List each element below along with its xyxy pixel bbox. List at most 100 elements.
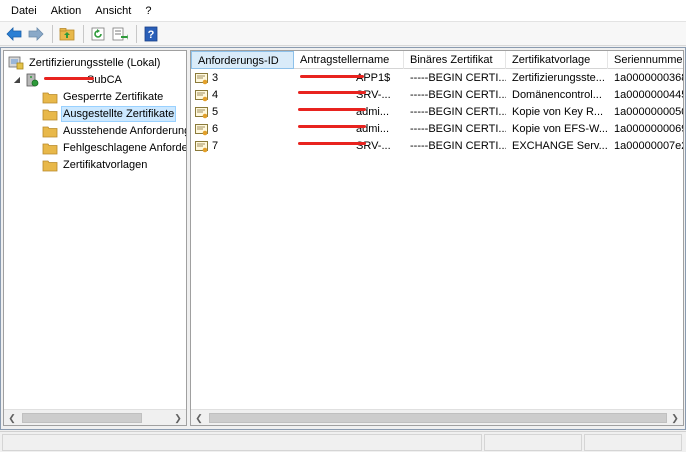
folder-icon [42,143,58,154]
tree-item-issued[interactable]: Ausgestellte Zertifikate [42,105,177,122]
menu-bar: Datei Aktion Ansicht ? [0,0,686,22]
status-segment [2,434,482,451]
certificate-icon [195,140,208,152]
toolbar-separator [83,24,84,43]
scrollbar-thumb[interactable] [22,413,142,423]
tree-horizontal-scrollbar[interactable]: ❮ ❯ [4,409,186,425]
column-header-template[interactable]: Zertifikatvorlage [506,51,608,69]
refresh-icon [91,27,105,40]
table-row[interactable]: 6 admi... -----BEGIN CERTI... Kopie von … [191,121,683,138]
tree-item-root[interactable]: Zertifizierungsstelle (Lokal) [8,54,162,71]
cell-binary-cert: -----BEGIN CERTI... [410,140,506,152]
tree-label-failed: Fehlgeschlagene Anforderungen [63,141,186,154]
table-row[interactable]: 3 APP1$ -----BEGIN CERTI... Zertifizieru… [191,70,684,87]
cell-binary-cert: -----BEGIN CERTI... [410,106,506,118]
column-header-serial[interactable]: Seriennummer [608,51,683,69]
menu-aktion[interactable]: Aktion [44,0,89,22]
cell-binary-cert: -----BEGIN CERTI... [410,89,506,101]
status-segment [584,434,682,451]
cell-template: Kopie von EFS-W... [512,123,608,135]
menu-help[interactable]: ? [138,0,158,22]
scroll-left-icon[interactable]: ❮ [4,410,20,425]
certificate-list[interactable]: Anforderungs-ID Antragstellername Binäre… [190,50,684,426]
tree-label-issued: Ausgestellte Zertifikate [61,105,177,122]
cell-serial: 1a0000000445 [614,89,684,101]
list-horizontal-scrollbar[interactable]: ❮ ❯ [191,409,683,425]
refresh-button[interactable] [88,24,108,44]
cell-requester: SRV-... [356,140,391,152]
up-folder-icon [59,27,75,40]
cell-requester: APP1$ [356,72,391,84]
collapse-arrow-icon[interactable]: ◢ [12,75,22,85]
scroll-right-icon[interactable]: ❯ [667,410,683,425]
cell-request-id: 5 [212,106,219,118]
cell-requester: admi... [356,123,390,135]
list-header: Anforderungs-ID Antragstellername Binäre… [191,51,683,69]
status-segment [484,434,582,451]
help-button[interactable]: ? [141,24,161,44]
export-list-icon [112,27,128,40]
menu-ansicht[interactable]: Ansicht [88,0,138,22]
certificate-icon [195,72,208,84]
toolbar-separator [52,24,53,43]
certificate-icon [195,123,208,135]
toolbar-separator [136,24,137,43]
cell-binary-cert: -----BEGIN CERTI... [410,72,506,84]
cell-template: Zertifizierungsste... [512,72,605,84]
cell-binary-cert: -----BEGIN CERTI... [410,123,506,135]
column-header-request-id[interactable]: Anforderungs-ID [191,51,294,69]
folder-icon [42,109,58,120]
redaction-mark [298,125,366,128]
table-row[interactable]: 5 admi... -----BEGIN CERTI... Kopie von … [191,104,683,121]
cell-serial: 1a0000000050a [614,106,683,118]
tree-label-revoked: Gesperrte Zertifikate [63,90,164,103]
column-header-binary-cert[interactable]: Binäres Zertifikat [404,51,506,69]
toolbar: ? [0,22,686,46]
redaction-mark [300,75,364,78]
tree-label-root: Zertifizierungsstelle (Lokal) [29,56,161,69]
export-list-button[interactable] [110,24,130,44]
status-bar [0,431,686,452]
cell-serial: 1a0000000069d [614,123,683,135]
folder-icon [42,92,58,103]
cell-request-id: 3 [212,72,219,84]
cell-template: Kopie von Key R... [512,106,604,118]
cell-request-id: 4 [212,89,219,101]
scroll-left-icon[interactable]: ❮ [191,410,207,425]
menu-datei[interactable]: Datei [4,0,44,22]
cell-request-id: 6 [212,123,219,135]
help-icon: ? [144,26,158,41]
forward-arrow-icon [28,26,44,41]
back-arrow-icon [6,26,22,41]
redaction-mark [298,142,366,145]
redaction-mark [298,108,366,111]
certificate-icon [195,89,208,101]
cell-serial: 1a00000007e26 [614,140,683,152]
tree-item-pending[interactable]: Ausstehende Anforderungen [42,122,186,139]
cell-serial: 1a0000000368 [614,72,684,84]
table-row[interactable]: 7 SRV-... -----BEGIN CERTI... EXCHANGE S… [191,138,683,155]
tree-item-failed[interactable]: Fehlgeschlagene Anforderungen [42,139,186,156]
certificate-icon [195,106,208,118]
main-area: Zertifizierungsstelle (Lokal) ◢ SubCA Ge… [0,47,686,430]
back-button[interactable] [4,24,24,44]
tree-item-revoked[interactable]: Gesperrte Zertifikate [42,88,165,105]
tree-item-templates[interactable]: Zertifikatvorlagen [42,156,149,173]
table-row[interactable]: 4 SRV-... -----BEGIN CERTI... Domänencon… [191,87,684,104]
cell-template: EXCHANGE Serv... [512,140,608,152]
folder-icon [42,160,58,171]
cell-template: Domänencontrol... [512,89,602,101]
column-header-requester[interactable]: Antragstellername [294,51,404,69]
tree-label-pending: Ausstehende Anforderungen [63,124,186,137]
scrollbar-thumb[interactable] [209,413,667,423]
cell-request-id: 7 [212,140,219,152]
svg-text:?: ? [148,29,155,41]
scroll-right-icon[interactable]: ❯ [170,410,186,425]
console-tree[interactable]: Zertifizierungsstelle (Lokal) ◢ SubCA Ge… [3,50,187,426]
ca-server-icon [26,73,39,86]
cell-requester: SRV-... [356,89,391,101]
forward-button[interactable] [26,24,46,44]
up-level-button[interactable] [57,24,77,44]
redaction-mark [44,77,94,80]
cell-requester: admi... [356,106,390,118]
